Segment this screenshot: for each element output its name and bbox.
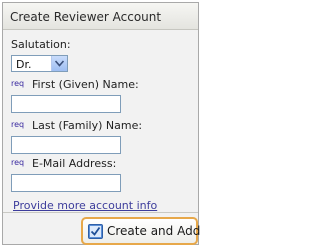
email-input[interactable] (11, 174, 121, 192)
divider (3, 212, 198, 213)
chevron-down-icon[interactable] (51, 56, 67, 71)
last-name-label: Last (Family) Name: (32, 119, 143, 132)
salutation-selected-value: Dr. (16, 58, 32, 71)
create-and-add-label: Create and Add (107, 224, 201, 238)
email-required-marker: req (11, 158, 25, 167)
first-name-input[interactable] (11, 95, 121, 113)
email-label: E-Mail Address: (32, 157, 117, 170)
first-name-required-marker: req (11, 79, 25, 88)
panel-title: Create Reviewer Account (10, 10, 162, 24)
provide-more-info-link[interactable]: Provide more account info (13, 199, 157, 212)
last-name-required-marker: req (11, 120, 25, 129)
last-name-input[interactable] (11, 136, 121, 154)
salutation-select[interactable]: Dr. (11, 55, 68, 72)
panel-header: Create Reviewer Account (3, 3, 198, 30)
first-name-label: First (Given) Name: (32, 78, 139, 91)
checkmark-icon (88, 224, 103, 239)
create-and-add-button[interactable]: Create and Add (81, 217, 201, 245)
salutation-label: Salutation: (11, 38, 71, 51)
create-reviewer-panel: Create Reviewer Account Salutation: Dr. … (2, 2, 201, 245)
